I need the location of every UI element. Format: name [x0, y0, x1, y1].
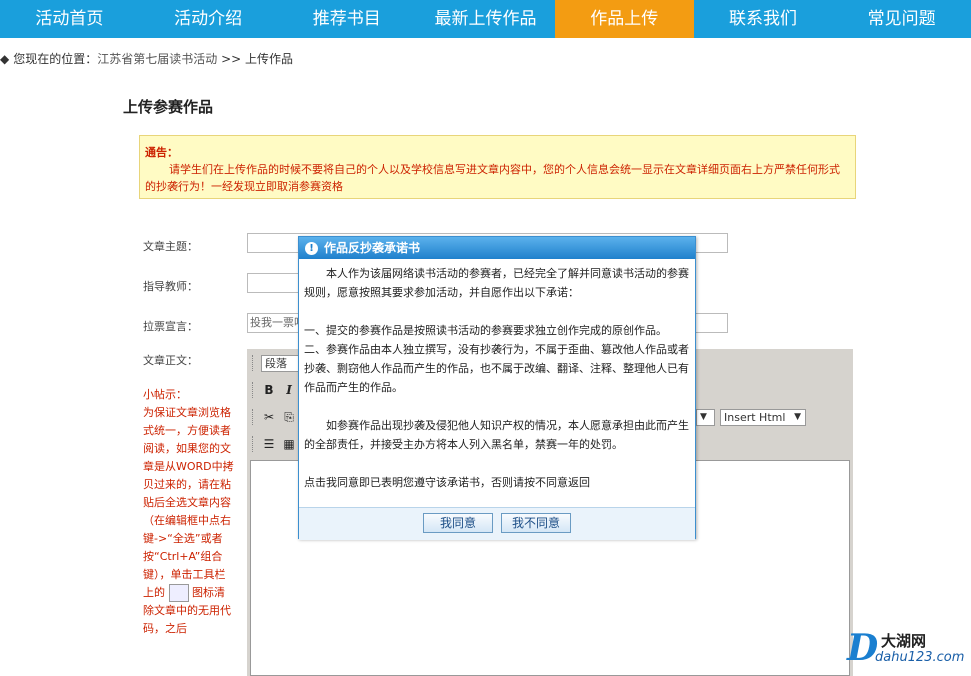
dialog-body: 本人作为该届网络读书活动的参赛者，已经完全了解并同意读书活动的参赛规则，愿意按照…: [304, 264, 690, 492]
nav-item-contact[interactable]: 联系我们: [694, 0, 833, 38]
disagree-button[interactable]: 我不同意: [501, 513, 571, 533]
horizontal-rule-icon[interactable]: ☰: [260, 435, 278, 453]
tips-heading: 小帖示：: [143, 388, 187, 401]
notice-title: 通告：: [145, 146, 178, 159]
tips-text: 为保证文章浏览格式统一，方便读者阅读，如果您的文章是从WORD中拷贝过来的，请在…: [143, 406, 234, 599]
dialog-paragraph: 如参赛作品出现抄袭及侵犯他人知识产权的情况，本人愿意承担由此而产生的全部责任，并…: [304, 419, 689, 451]
nav-item-faq[interactable]: 常见问题: [832, 0, 971, 38]
font-size-select[interactable]: ▼: [696, 409, 715, 426]
pledge-dialog: ! 作品反抄袭承诺书 本人作为该届网络读书活动的参赛者，已经完全了解并同意读书活动…: [298, 236, 696, 540]
italic-button[interactable]: I: [280, 381, 298, 399]
dialog-paragraph: 本人作为该届网络读书活动的参赛者，已经完全了解并同意读书活动的参赛规则，愿意按照…: [304, 267, 689, 299]
nav-item-books[interactable]: 推荐书目: [277, 0, 416, 38]
notice-body: 请学生们在上传作品的时候不要将自己的个人以及学校信息写进文章内容中，您的个人信息…: [145, 163, 840, 193]
toolbar-grip: [252, 436, 256, 452]
nav-item-home[interactable]: 活动首页: [0, 0, 139, 38]
breadcrumb-separator: >>: [221, 52, 242, 66]
watermark-url: dahu123.com: [875, 650, 965, 665]
main-nav: 活动首页 活动介绍 推荐书目 最新上传作品 作品上传 联系我们 常见问题: [0, 0, 971, 38]
info-icon: !: [305, 242, 318, 255]
toolbar-grip: [252, 355, 256, 371]
dialog-title: 作品反抄袭承诺书: [324, 241, 421, 255]
breadcrumb: ◆ 您现在的位置：江苏省第七届读书活动 >> 上传作品: [0, 50, 293, 67]
cut-icon[interactable]: ✂: [260, 408, 278, 426]
table-icon[interactable]: ▦: [280, 435, 298, 453]
site-watermark: D 大湖网 dahu123.com: [847, 628, 965, 670]
toolbar-grip: [252, 382, 256, 398]
bullet-icon: ◆: [0, 52, 10, 66]
dialog-paragraph: 一、提交的参赛作品是按照读书活动的参赛要求独立创作完成的原创作品。: [304, 324, 667, 337]
insert-html-label: Insert Html: [724, 411, 786, 424]
dialog-paragraph: 点击我同意即已表明您遵守该承诺书，否则请按不同意返回: [304, 476, 590, 489]
tips-box: 小帖示： 为保证文章浏览格式统一，方便读者阅读，如果您的文章是从WORD中拷贝过…: [143, 386, 235, 638]
dialog-paragraph: 二、参赛作品由本人独立撰写，没有抄袭行为，不属于歪曲、篡改他人作品或者抄袭、剽窃…: [304, 343, 689, 394]
breadcrumb-current: 上传作品: [245, 52, 294, 66]
watermark-logo: D: [847, 627, 879, 669]
toolbar-grip: [252, 409, 256, 425]
bold-button[interactable]: B: [260, 381, 278, 399]
agree-button[interactable]: 我同意: [423, 513, 493, 533]
chevron-down-icon: ▼: [794, 412, 801, 422]
nav-item-latest[interactable]: 最新上传作品: [416, 0, 555, 38]
watermark-name: 大湖网: [881, 632, 927, 650]
subject-label: 文章主题：: [143, 240, 198, 253]
body-label: 文章正文：: [143, 354, 198, 367]
page-title: 上传参赛作品: [123, 98, 214, 116]
breadcrumb-prefix: 您现在的位置：: [13, 52, 98, 66]
dialog-header: ! 作品反抄袭承诺书: [299, 237, 695, 259]
insert-html-select[interactable]: Insert Html ▼: [720, 409, 806, 426]
teacher-label: 指导教师：: [143, 280, 198, 293]
clean-code-icon: [168, 584, 189, 602]
nav-item-intro[interactable]: 活动介绍: [139, 0, 278, 38]
copy-icon[interactable]: ⎘: [280, 408, 298, 426]
notice-box: 通告： 请学生们在上传作品的时候不要将自己的个人以及学校信息写进文章内容中，您的…: [139, 135, 856, 199]
breadcrumb-link[interactable]: 江苏省第七届读书活动: [97, 52, 217, 66]
dialog-footer: 我同意 我不同意: [299, 507, 695, 540]
slogan-label: 拉票宣言：: [143, 320, 198, 333]
nav-item-upload[interactable]: 作品上传: [554, 0, 694, 38]
